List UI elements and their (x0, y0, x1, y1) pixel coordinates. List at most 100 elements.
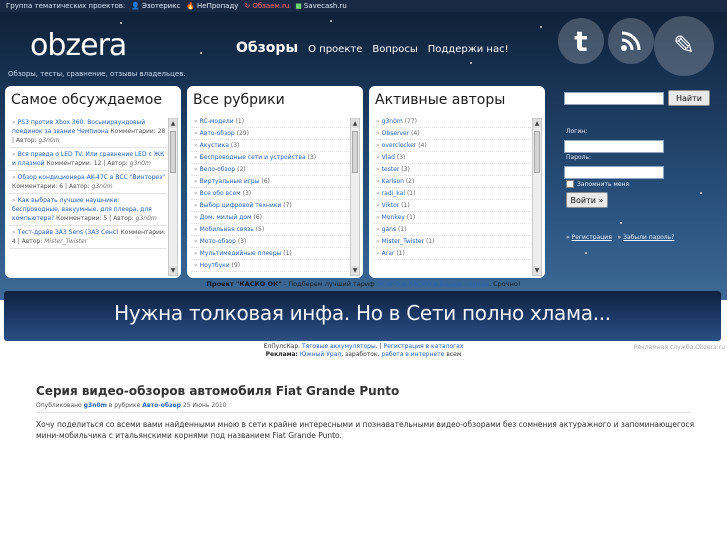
rss-glyph (621, 31, 641, 51)
list-item: » Дом, милый дом (6) (191, 212, 349, 224)
article-excerpt: Хочу поделиться со всеми вами найденными… (36, 420, 695, 440)
list-item: » Вся правда о LED TV. Или сравнение LED … (9, 148, 167, 171)
rubric-link[interactable]: Акустика (200, 142, 229, 149)
project-group-bar: Группа тематических проектов: 👤 Эзотерикс… (0, 0, 727, 12)
scroll-up-icon[interactable]: ▲ (533, 119, 541, 128)
person-icon: 👤 (131, 1, 140, 10)
forgot-password-link[interactable]: Забыли пароль? (623, 234, 674, 241)
article-meta: Опубликовано g3n0m в рубрике Авто-обзор … (36, 402, 227, 409)
project-link-ezoterix[interactable]: 👤 Эзотерикс (131, 2, 180, 10)
ad-line-2: Реклама: Южный Урал, заработок, работа в… (265, 351, 462, 359)
author-link[interactable]: Arar (382, 250, 395, 257)
rubric-link[interactable]: Ноутбуки (200, 262, 230, 269)
rubric-link[interactable]: Все обо всем (200, 190, 241, 197)
active-authors-title: Активные авторы (375, 92, 506, 108)
list-item: » g3n0m (77) (373, 116, 531, 128)
author-link[interactable]: tester (382, 166, 400, 173)
star-decoration (200, 52, 202, 54)
discussed-link[interactable]: Обзор кондиционера AK-47C в ВСС "Винторе… (18, 174, 165, 181)
rubric-link[interactable]: RC-модели (200, 118, 234, 125)
rubric-link[interactable]: Виртуальные игры (200, 178, 260, 185)
article-title[interactable]: Серия видео-обзоров автомобиля Fiat Gran… (36, 384, 399, 398)
register-link[interactable]: Регистрация (572, 234, 612, 241)
ad-banner[interactable]: Нужна толковая инфа. Но в Сети полно хла… (4, 291, 721, 341)
rubric-link[interactable]: Авто-обзор (200, 130, 235, 137)
login-field[interactable] (564, 140, 664, 153)
author-link[interactable]: Observer (382, 130, 410, 137)
nav-questions[interactable]: Вопросы (372, 44, 417, 55)
twitter-icon[interactable]: t (558, 18, 604, 64)
rubric-link[interactable]: Дом, милый дом (200, 214, 252, 221)
list-item: » Вело-обзор (2) (191, 164, 349, 176)
article-author-link[interactable]: g3n0m (84, 402, 107, 409)
author-link[interactable]: Karlson (382, 178, 404, 185)
most-discussed-panel: Самое обсуждаемое » PS3 против Xbox 360. … (5, 86, 181, 278)
author-link[interactable]: overclocker (382, 142, 417, 149)
scroll-thumb[interactable] (534, 131, 540, 173)
remember-me[interactable]: Запомнить меня (566, 180, 629, 188)
rubrics-list: » RC-модели (1) » Авто-обзор (29) » Акустик… (191, 116, 349, 278)
author-link[interactable]: Vlad (382, 154, 395, 161)
remember-checkbox[interactable] (566, 180, 574, 188)
scroll-thumb[interactable] (170, 131, 176, 173)
authors-scrollbar[interactable]: ▲ ▼ (532, 118, 542, 276)
rubric-link[interactable]: Мобильная связь (200, 226, 254, 233)
rubric-link[interactable]: Беспроводные сети и устройства (200, 154, 306, 161)
star-decoration (470, 62, 472, 64)
search-input[interactable] (564, 92, 664, 105)
ad-link-batteries[interactable]: Тяговые аккумуляторы (302, 343, 376, 350)
rubric-link[interactable]: Вело-обзор (200, 166, 236, 173)
author-link[interactable]: g3n0m (382, 118, 403, 125)
article-category-link[interactable]: Авто-обзор (142, 402, 181, 409)
pen-icon[interactable]: ✎ (654, 16, 714, 76)
ad-link-work[interactable]: работа в интернете (381, 351, 444, 358)
rubrics-title: Все рубрики (193, 92, 285, 108)
author-link[interactable]: Viktor (382, 202, 400, 209)
list-item: » overclocker (4) (373, 140, 531, 152)
list-item: » radi_kal (1) (373, 188, 531, 200)
ad-link-catalogs[interactable]: Регистрация в каталогах (383, 343, 463, 350)
star-decoration (540, 26, 542, 28)
refresh-icon: ↻ (244, 1, 251, 10)
list-item: » gans (1) (373, 224, 531, 236)
search-button[interactable]: Найти (668, 90, 710, 106)
star-decoration (330, 20, 332, 22)
list-item: » Ноутбуки (9) (191, 260, 349, 272)
project-group-label: Группа тематических проектов: (6, 2, 126, 10)
rubrics-scrollbar[interactable]: ▲ ▼ (350, 118, 360, 276)
nav-reviews[interactable]: Обзоры (236, 40, 298, 56)
author-link[interactable]: Mister_Twister (382, 238, 424, 245)
site-header: obzera Обзоры, тесты, сравнение, отзывы … (0, 12, 727, 300)
rubric-link[interactable]: Выбор цифровой техники (200, 202, 282, 209)
nav-support[interactable]: Поддержи нас! (428, 44, 509, 55)
scroll-thumb[interactable] (352, 131, 358, 173)
fire-icon: 🔥 (186, 1, 196, 10)
discussed-link[interactable]: Тест-драйв ЗАЗ Sens (ЗАЗ Сенс) (18, 229, 119, 236)
author-link[interactable]: radi_kal (382, 190, 405, 197)
project-link-nepropadu[interactable]: 🔥 НеПропаду (186, 2, 238, 10)
author-link[interactable]: gans (382, 226, 396, 233)
discussed-scrollbar[interactable]: ▲ ▼ (168, 118, 178, 276)
rubric-link[interactable]: Мультимедийные плееры (200, 250, 282, 257)
project-link-obzaem[interactable]: ↻ Обзаем.ru (244, 2, 289, 10)
scroll-down-icon[interactable]: ▼ (169, 266, 177, 275)
list-item: » Все обо всем (3) (191, 188, 349, 200)
site-logo[interactable]: obzera (30, 28, 127, 63)
list-item: » Выбор цифровой техники (7) (191, 200, 349, 212)
login-button[interactable]: Войти » (566, 192, 608, 208)
password-field[interactable] (564, 166, 664, 179)
scroll-down-icon[interactable]: ▼ (351, 266, 359, 275)
scroll-down-icon[interactable]: ▼ (533, 266, 541, 275)
rubric-link[interactable]: Мото-обзор (200, 238, 236, 245)
scroll-up-icon[interactable]: ▲ (169, 119, 177, 128)
author-link[interactable]: Monkey (382, 214, 405, 221)
osago-link[interactable]: ОСАГО и КАСКО в Вашем городе (377, 280, 489, 288)
project-link-savecash[interactable]: ■ Savecash.ru (295, 2, 347, 10)
nav-about[interactable]: О проекте (308, 44, 362, 55)
most-discussed-list: » PS3 против Xbox 360. Восьмираундовый по… (9, 116, 167, 278)
divider (36, 412, 690, 413)
scroll-up-icon[interactable]: ▲ (351, 119, 359, 128)
rubrics-panel: Все рубрики » RC-модели (1) » Авто-обзор (… (187, 86, 363, 278)
rss-icon[interactable] (608, 18, 654, 64)
ad-link-ural[interactable]: Южный Урал (300, 351, 341, 358)
